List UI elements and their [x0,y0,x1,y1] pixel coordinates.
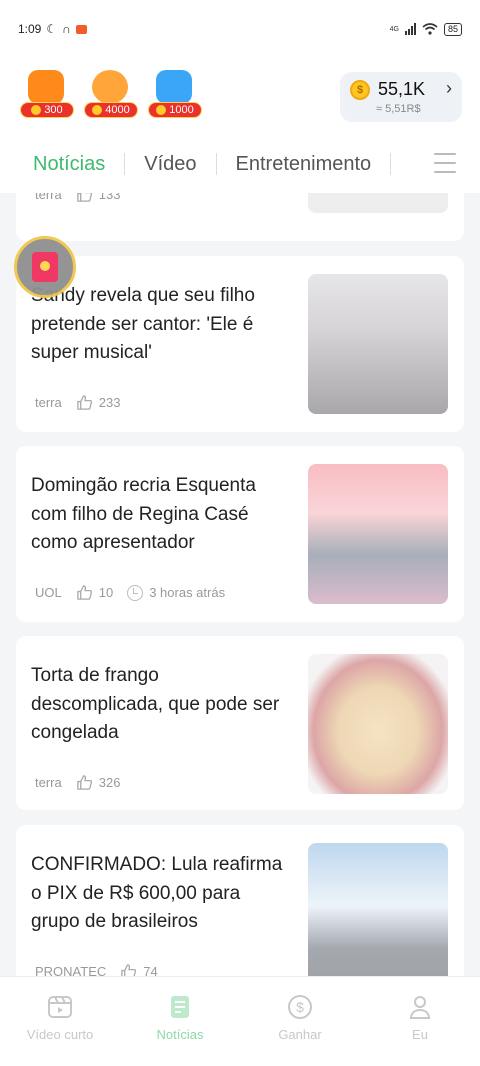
news-time: 3 horas atrás [149,585,226,600]
profile-icon [409,996,431,1019]
tab-divider [215,153,217,175]
nav-label: Eu [412,1027,428,1042]
headphones-icon: ∩ [62,22,71,36]
moon-icon: ☾ [46,22,58,36]
coin-icon: $ [350,80,370,100]
thumbs-up-icon [76,193,92,202]
network-type: 4G [389,25,399,33]
news-card[interactable]: CONFIRMADO: Lula reafirma o PIX de R$ 60… [16,825,464,976]
coin-balance: 55,1K [378,79,426,99]
coin-icon [31,105,42,115]
news-source: terra [35,775,62,790]
menu-icon[interactable] [434,153,456,173]
app-header: 300 4000 1000 $ 55,1K › ≈ 5,51R$ Notícia… [0,58,480,193]
news-feed[interactable]: terra 133 Sandy revela que seu filho pre… [0,193,480,976]
thumbs-up-icon [76,775,92,790]
invite-reward-icon [92,70,128,104]
short-video-icon [48,996,72,1018]
news-source: terra [35,395,62,410]
news-source: UOL [35,585,62,600]
coin-icon [156,105,167,115]
coin-balance-button[interactable]: $ 55,1K › ≈ 5,51R$ [340,72,462,122]
news-title: CONFIRMADO: Lula reafirma o PIX de R$ 60… [31,854,283,932]
thumbs-up-icon [76,585,92,600]
nav-label: Ganhar [278,1027,322,1042]
news-icon [171,996,189,1018]
game-reward-icon [156,70,192,104]
balance-brl: ≈ 5,51R$ [376,103,421,115]
like-count: 10 [98,585,114,600]
coin-icon [92,105,103,115]
news-thumbnail [308,654,448,794]
nav-news[interactable]: Notícias [120,977,240,1066]
status-time: 1:09 [18,22,42,36]
news-card[interactable]: Torta de frango descomplicada, que pode … [16,636,464,810]
wifi-icon [422,23,438,35]
news-card[interactable]: terra 133 [16,193,464,241]
news-thumbnail [308,274,448,414]
news-source: PRONATEC [35,964,107,976]
reward-amount: 1000 [169,104,194,116]
like-count: 74 [143,964,158,976]
signal-icon [404,23,416,35]
category-tabs: Notícias Vídeo Entretenimento [0,138,480,190]
svg-text:$: $ [296,999,304,1015]
news-card[interactable]: Domingão recria Esquenta com filho de Re… [16,446,464,622]
news-title: Torta de frango descomplicada, que pode … [31,665,280,743]
like-count: 326 [98,775,121,790]
battery-indicator: 85 [443,22,462,36]
recording-icon [75,24,87,34]
news-card[interactable]: Sandy revela que seu filho pretende ser … [16,256,464,432]
tab-divider [124,153,126,175]
tv-reward-icon [28,70,64,104]
nav-profile[interactable]: Eu [360,977,480,1066]
news-source: terra [35,193,62,202]
invite-reward-button[interactable]: 4000 [84,70,138,118]
tab-video[interactable]: Vídeo [144,153,196,176]
status-bar: 1:09 ☾ ∩ 4G 85 [0,0,480,58]
thumbs-up-icon [76,395,92,410]
nav-label: Vídeo curto [26,1027,94,1042]
news-title: Sandy revela que seu filho pretende ser … [31,285,255,363]
tab-divider [390,153,392,175]
reward-amount: 300 [44,104,63,116]
news-title: Domingão recria Esquenta com filho de Re… [31,475,256,553]
chevron-right-icon: › [446,78,452,98]
red-envelope-icon [32,252,58,282]
reward-amount: 4000 [105,104,130,116]
game-reward-button[interactable]: 1000 [148,70,202,118]
tv-reward-button[interactable]: 300 [20,70,74,118]
like-count: 233 [98,395,121,410]
thumbs-up-icon [121,964,137,976]
news-thumbnail [308,843,448,976]
nav-label: Notícias [156,1027,204,1042]
bottom-navigation: Vídeo curto Notícias $ Ganhar Eu [0,976,480,1066]
reward-shortcuts: 300 4000 1000 [20,70,202,118]
nav-earn[interactable]: $ Ganhar [240,977,360,1066]
tab-noticias[interactable]: Notícias [33,153,105,176]
clock-icon [127,584,144,601]
earn-dollar-icon: $ [288,995,312,1019]
news-thumbnail [308,193,448,213]
nav-short-video[interactable]: Vídeo curto [0,977,120,1066]
red-packet-float-button[interactable] [14,236,76,298]
news-thumbnail [308,464,448,604]
like-count: 133 [98,193,121,202]
tab-entretenimento[interactable]: Entretenimento [236,153,372,176]
